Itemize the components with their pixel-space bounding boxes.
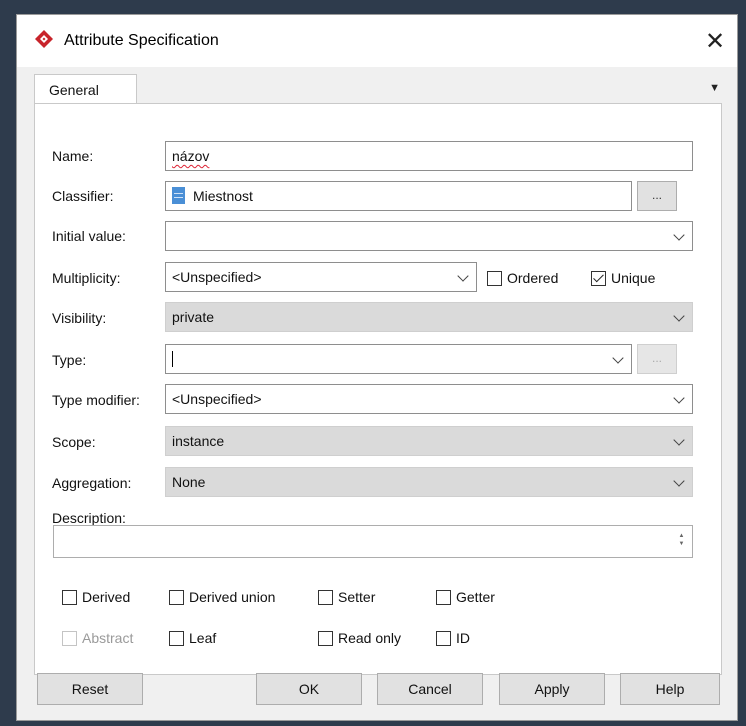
classifier-field[interactable]: Miestnost [165,181,632,211]
id-checkbox[interactable]: ID [436,630,470,646]
setter-checkbox-box [318,590,333,605]
spin-up-icon[interactable]: ▲ [677,532,686,540]
aggregation-value: None [172,474,206,490]
derived-union-checkbox-box [169,590,184,605]
derived-checkbox-box [62,590,77,605]
leaf-checkbox-box [169,631,184,646]
initial-value-combobox[interactable] [165,221,693,251]
text-caret [172,351,173,367]
type-modifier-combobox[interactable]: <Unspecified> [165,384,693,414]
type-combobox[interactable] [165,344,632,374]
attribute-specification-dialog: Attribute Specification ✕ General ▼ Name… [16,14,738,721]
leaf-label: Leaf [189,630,217,646]
getter-checkbox[interactable]: Getter [436,589,495,605]
abstract-label: Abstract [82,630,134,646]
aggregation-combobox[interactable]: None [165,467,693,497]
chevron-down-icon [673,475,685,487]
read-only-label: Read only [338,630,402,646]
ok-button[interactable]: OK [256,673,362,705]
multiplicity-label: Multiplicity: [52,270,121,286]
close-button[interactable]: ✕ [693,15,737,67]
ordered-checkbox[interactable]: Ordered [487,270,558,286]
visibility-combobox[interactable]: private [165,302,693,332]
chevron-down-icon [673,310,685,322]
setter-label: Setter [338,589,376,605]
id-checkbox-box [436,631,451,646]
name-input[interactable]: názov [165,141,693,171]
description-textarea[interactable]: ▲ ▼ [53,525,693,558]
classifier-value: Miestnost [193,188,253,204]
apply-button[interactable]: Apply [499,673,605,705]
dialog-title: Attribute Specification [64,32,219,49]
name-value: názov [172,148,210,164]
classifier-label: Classifier: [52,188,114,204]
multiplicity-combobox[interactable]: <Unspecified> [165,262,477,292]
spin-down-icon[interactable]: ▼ [677,540,686,548]
ordered-checkbox-box [487,271,502,286]
scope-label: Scope: [52,434,96,450]
initial-value-label: Initial value: [52,228,126,244]
general-panel: Name: názov Classifier: Miestnost ... In… [34,103,722,675]
tab-menu-arrow-icon[interactable]: ▼ [709,82,720,94]
chevron-down-icon [673,392,685,404]
close-icon: ✕ [704,27,726,55]
chevron-down-icon [673,229,685,241]
name-label: Name: [52,148,94,164]
setter-checkbox[interactable]: Setter [318,589,375,605]
getter-label: Getter [456,589,495,605]
abstract-checkbox: Abstract [62,630,133,646]
type-modifier-label: Type modifier: [52,392,140,408]
derived-union-checkbox[interactable]: Derived union [169,589,275,605]
visibility-label: Visibility: [52,310,107,326]
scope-combobox[interactable]: instance [165,426,693,456]
unique-checkbox-box [591,271,606,286]
tab-general[interactable]: General [34,74,137,104]
type-modifier-value: <Unspecified> [172,391,262,407]
visibility-value: private [172,309,215,325]
derived-label: Derived [82,589,131,605]
unique-checkbox[interactable]: Unique [591,270,655,286]
type-browse-button[interactable]: ... [637,344,677,374]
title-bar: Attribute Specification ✕ [17,15,737,67]
unique-label: Unique [611,270,656,286]
chevron-down-icon [612,352,624,364]
id-label: ID [456,630,470,646]
description-label: Description: [52,510,126,526]
derived-checkbox[interactable]: Derived [62,589,130,605]
type-label: Type: [52,352,87,368]
scope-value: instance [172,433,225,449]
read-only-checkbox[interactable]: Read only [318,630,401,646]
cancel-button[interactable]: Cancel [377,673,483,705]
abstract-checkbox-box [62,631,77,646]
multiplicity-value: <Unspecified> [172,269,262,285]
chevron-down-icon [457,270,469,282]
help-button[interactable]: Help [620,673,720,705]
reset-button[interactable]: Reset [37,673,143,705]
chevron-down-icon [673,434,685,446]
class-icon [172,187,185,204]
ordered-label: Ordered [507,270,559,286]
app-logo-icon [35,30,53,48]
getter-checkbox-box [436,590,451,605]
leaf-checkbox[interactable]: Leaf [169,630,216,646]
read-only-checkbox-box [318,631,333,646]
derived-union-label: Derived union [189,589,276,605]
aggregation-label: Aggregation: [52,475,132,491]
classifier-browse-button[interactable]: ... [637,181,677,211]
description-spinner[interactable]: ▲ ▼ [677,532,686,548]
